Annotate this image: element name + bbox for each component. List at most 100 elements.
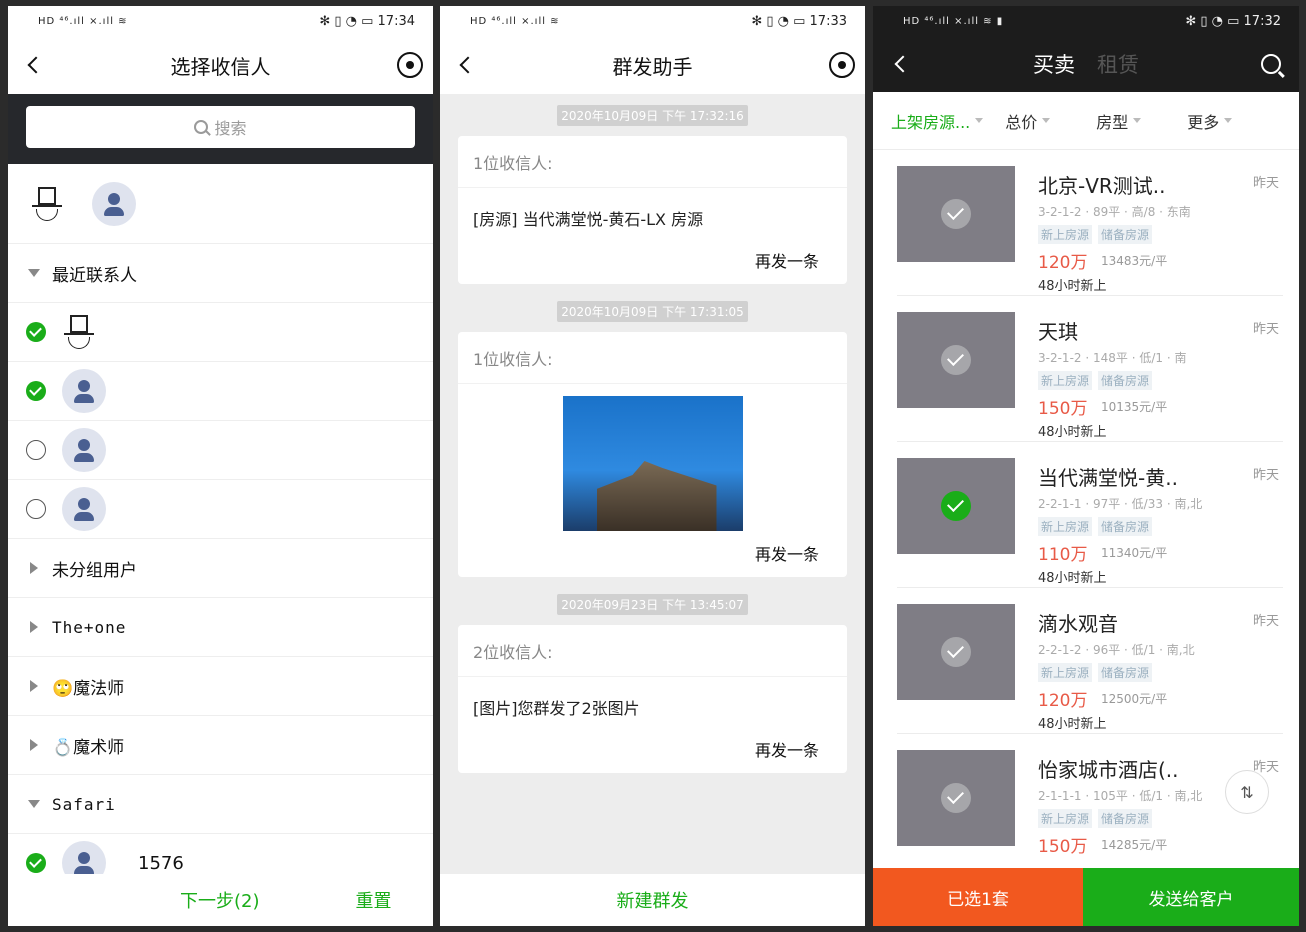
listing-unit-price: 12500元/平 — [1101, 692, 1168, 706]
listing-unit-price: 14285元/平 — [1101, 838, 1168, 852]
checked-icon[interactable] — [26, 322, 46, 342]
listing-item[interactable]: 怡家城市酒店(.. 昨天 2-1-1-1 · 105平 · 低/1 · 南,北 … — [897, 734, 1283, 870]
filter-more[interactable]: 更多 — [1187, 109, 1233, 133]
caret-down-icon — [1042, 118, 1051, 123]
group-ungrouped[interactable]: 未分组用户 — [8, 539, 433, 598]
group-illusionist[interactable]: 💍魔术师 — [8, 716, 433, 775]
avatar — [62, 487, 106, 531]
chevron-left-icon — [459, 56, 477, 74]
tag: 储备房源 — [1098, 809, 1153, 828]
checked-icon[interactable] — [941, 491, 971, 521]
target-icon[interactable] — [397, 52, 423, 78]
listing-title: 怡家城市酒店(.. — [1038, 758, 1179, 782]
resend-button[interactable]: 再发一条 — [458, 238, 847, 284]
tab-rent[interactable]: 租赁 — [1097, 49, 1139, 79]
selected-count-button[interactable]: 已选1套 — [873, 868, 1083, 926]
unchecked-icon[interactable] — [26, 499, 46, 519]
tab-buy[interactable]: 买卖 — [1033, 49, 1075, 79]
sort-toggle-icon[interactable]: ⇅ — [1225, 770, 1269, 814]
filter-label: 总价 — [1005, 112, 1038, 132]
filter-layout[interactable]: 房型 — [1096, 109, 1142, 133]
listing-item[interactable]: 北京-VR测试.. 昨天 3-2-1-2 · 89平 · 高/8 · 东南 新上… — [897, 150, 1283, 296]
nav-bar: 群发助手 — [440, 36, 865, 94]
reset-button[interactable]: 重置 — [356, 887, 392, 913]
new-broadcast-button[interactable]: 新建群发 — [440, 874, 865, 926]
filter-listed[interactable]: 上架房源... — [891, 109, 984, 133]
listing-title: 北京-VR测试.. — [1038, 174, 1166, 198]
target-icon[interactable] — [829, 52, 855, 78]
listing-price: 120万 — [1038, 691, 1088, 711]
listing-price: 110万 — [1038, 545, 1088, 565]
bottom-bar: 已选1套 发送给客户 — [873, 868, 1299, 926]
contact-row[interactable] — [8, 480, 433, 539]
back-button[interactable] — [452, 52, 478, 78]
checkbox-icon[interactable] — [941, 199, 971, 229]
checked-icon[interactable] — [26, 381, 46, 401]
status-right: ✻ ▯ ◔ ▭ 17:34 — [319, 13, 415, 29]
contact-row[interactable] — [8, 303, 433, 362]
group-magician[interactable]: 🙄魔法师 — [8, 657, 433, 716]
listing-unit-price: 11340元/平 — [1101, 546, 1168, 560]
resend-button[interactable]: 再发一条 — [458, 531, 847, 577]
listing-thumbnail — [897, 458, 1015, 554]
listing-title: 当代满堂悦-黄.. — [1038, 466, 1178, 490]
message-content: [房源] 当代满堂悦-黄石-LX 房源 — [473, 210, 704, 229]
filter-price[interactable]: 总价 — [1005, 109, 1051, 133]
listing-tags: 新上房源 储备房源 — [1038, 517, 1153, 536]
listing-spec: 2-2-1-2 · 96平 · 低/1 · 南,北 — [1038, 643, 1195, 657]
listing-price: 150万 — [1038, 399, 1088, 419]
tag: 储备房源 — [1098, 517, 1153, 536]
unchecked-icon[interactable] — [26, 440, 46, 460]
contact-name: 1576 — [138, 852, 184, 874]
group-label: Safari — [52, 794, 116, 814]
nav-bar: 买卖 租赁 — [873, 36, 1299, 92]
search-placeholder: 搜索 — [214, 119, 247, 138]
status-left: HD ⁴⁶.ıll ×.ıll ≋ ▮ — [903, 15, 1004, 27]
next-step-button[interactable]: 下一步(2) — [180, 887, 260, 913]
listing-price: 150万 — [1038, 837, 1088, 857]
group-label: 🙄魔法师 — [52, 678, 125, 699]
listing-thumbnail — [897, 750, 1015, 846]
chevron-left-icon — [27, 56, 45, 74]
top-hat-avatar[interactable] — [30, 185, 62, 223]
building-photo[interactable] — [562, 396, 743, 531]
send-to-client-button[interactable]: 发送给客户 — [1083, 868, 1299, 926]
listing-title: 滴水观音 — [1038, 612, 1118, 636]
recipients-count: 1位收信人: — [458, 136, 847, 188]
search-icon[interactable] — [1261, 54, 1281, 74]
checkbox-icon[interactable] — [941, 783, 971, 813]
recipients-count: 1位收信人: — [458, 332, 847, 384]
avatar[interactable] — [92, 181, 136, 226]
listing-title: 天琪 — [1038, 320, 1078, 344]
listing-unit-price: 13483元/平 — [1101, 254, 1168, 268]
resend-button[interactable]: 再发一条 — [458, 727, 847, 773]
tag: 新上房源 — [1038, 225, 1093, 244]
checkbox-icon[interactable] — [941, 345, 971, 375]
listing-item[interactable]: 天琪 昨天 3-2-1-2 · 148平 · 低/1 · 南 新上房源 储备房源 … — [897, 296, 1283, 442]
checked-icon[interactable] — [26, 853, 46, 873]
selected-avatars — [8, 164, 433, 244]
back-button[interactable] — [20, 52, 46, 78]
phone-select-recipients: HD ⁴⁶.ıll ×.ıll ≋ ✻ ▯ ◔ ▭ 17:34 选择收信人 搜索… — [8, 6, 433, 926]
top-hat-avatar — [62, 313, 94, 351]
page-title: 选择收信人 — [170, 54, 271, 79]
caret-down-icon — [1224, 118, 1233, 123]
avatar — [62, 369, 106, 413]
group-recent[interactable]: 最近联系人 — [8, 244, 433, 303]
listing-date: 昨天 — [1252, 468, 1279, 483]
caret-right-icon — [30, 739, 38, 751]
contact-row[interactable] — [8, 421, 433, 480]
tag: 新上房源 — [1038, 663, 1093, 682]
search-input[interactable]: 搜索 — [26, 106, 415, 148]
group-theone[interactable]: The+one — [8, 598, 433, 657]
listing-date: 昨天 — [1252, 614, 1279, 629]
back-button[interactable] — [891, 55, 912, 73]
checkbox-icon[interactable] — [941, 637, 971, 667]
contact-row[interactable] — [8, 362, 433, 421]
message-content: [图片]您群发了2张图片 — [473, 699, 640, 718]
listing-item[interactable]: 滴水观音 昨天 2-2-1-2 · 96平 · 低/1 · 南,北 新上房源 储备… — [897, 588, 1283, 734]
broadcast-card: 1位收信人: 再发一条 — [458, 332, 847, 577]
caret-down-icon — [28, 800, 40, 808]
group-safari[interactable]: Safari — [8, 775, 433, 834]
listing-item[interactable]: 当代满堂悦-黄.. 昨天 2-2-1-1 · 97平 · 低/33 · 南,北 … — [897, 442, 1283, 588]
